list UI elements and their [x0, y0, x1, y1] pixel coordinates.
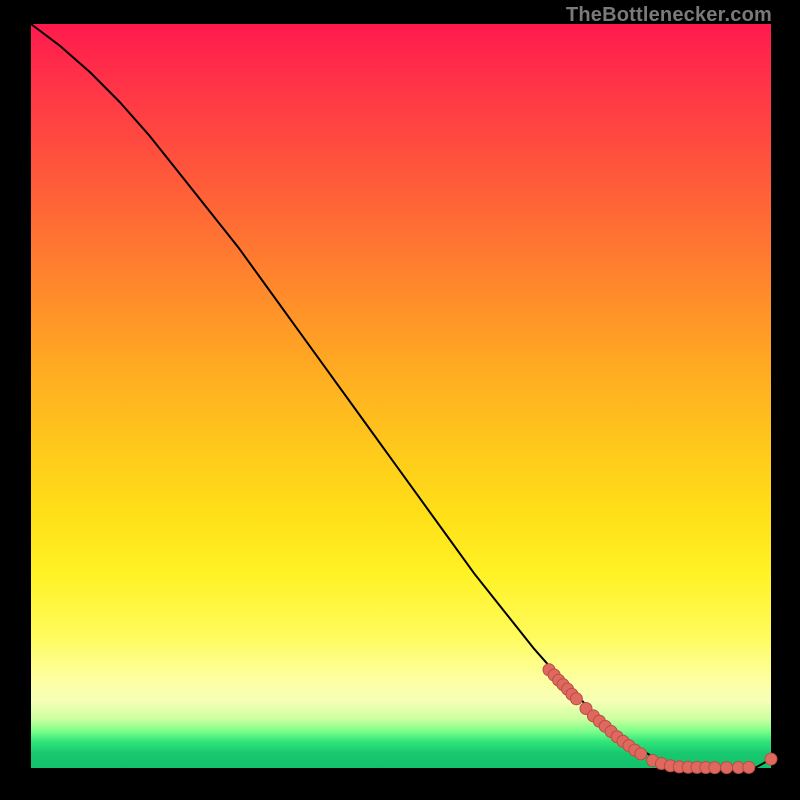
- data-point: [635, 748, 647, 760]
- data-point: [721, 762, 733, 774]
- data-points: [543, 664, 777, 774]
- data-point: [570, 693, 582, 705]
- data-point: [765, 753, 777, 765]
- data-point: [709, 762, 721, 774]
- bottleneck-curve: [31, 24, 771, 768]
- chart-svg: [31, 24, 771, 768]
- data-point: [743, 761, 755, 773]
- plot-area: [31, 24, 771, 768]
- chart-stage: TheBottlenecker.com: [0, 0, 800, 800]
